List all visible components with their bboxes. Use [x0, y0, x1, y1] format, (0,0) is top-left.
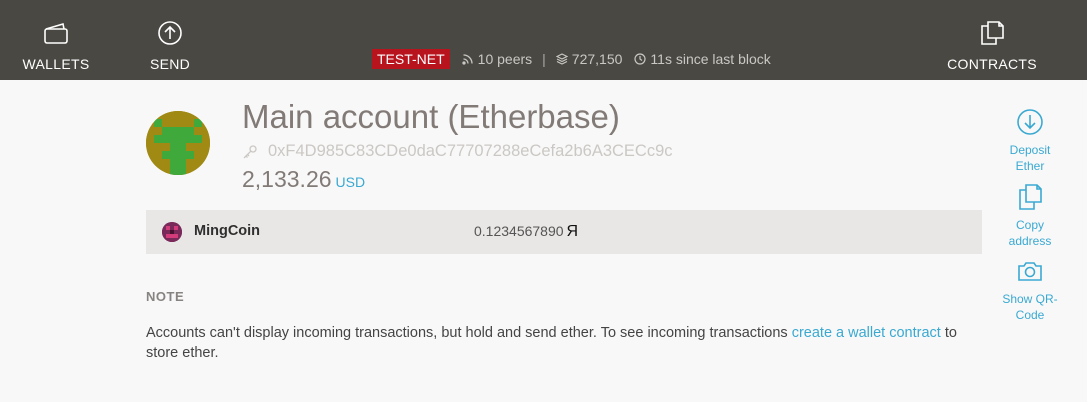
qr-label-line1: Show QR- [1002, 292, 1058, 306]
account-title: Main account (Etherbase) [242, 98, 620, 135]
peers-label: 10 peers [477, 51, 533, 67]
last-block-time: 11s since last block [634, 51, 771, 67]
wallets-nav-button[interactable]: WALLETS [22, 20, 90, 72]
status-separator: | [542, 51, 546, 67]
arrow-up-circle-icon [157, 20, 183, 50]
token-balance: 0.1234567890 Я [474, 223, 578, 241]
contracts-nav-label: CONTRACTS [947, 56, 1037, 72]
block-number-label: 727,150 [571, 51, 623, 67]
peers-count: 10 peers [462, 51, 532, 67]
account-balance: 2,133.26 USD [242, 166, 365, 193]
send-nav-label: SEND [149, 56, 191, 72]
clock-icon [634, 53, 647, 65]
deposit-label-line2: Ether [1015, 159, 1045, 173]
block-number: 727,150 [555, 51, 623, 67]
send-nav-button[interactable]: SEND [140, 20, 200, 72]
camera-icon [1016, 257, 1044, 289]
arrow-down-circle-icon [1016, 108, 1044, 140]
token-balance-amount: 0.1234567890 [474, 223, 564, 239]
network-status: TEST-NET 10 peers | 727,150 11s since la… [372, 48, 771, 70]
balance-currency: USD [335, 174, 366, 190]
wallets-nav-label: WALLETS [22, 56, 90, 72]
show-qr-code-button[interactable]: Show QR- Code [998, 257, 1062, 323]
contracts-nav-button[interactable]: CONTRACTS [945, 20, 1039, 72]
layers-icon [555, 53, 568, 65]
copy-icon [1016, 183, 1044, 215]
deposit-ether-button[interactable]: Deposit Ether [998, 108, 1062, 174]
note-heading: NOTE [146, 289, 185, 304]
wallet-icon [43, 20, 69, 50]
top-navigation-bar: WALLETS SEND TEST-NET 10 peers | 727,150… [0, 0, 1087, 80]
note-text-before: Accounts can't display incoming transact… [146, 325, 792, 341]
signal-icon [462, 54, 473, 65]
copy-label-line1: Copy [1015, 218, 1044, 232]
account-address-text: 0xF4D985C83CDe0daC77707288eCefa2b6A3CECc… [268, 142, 673, 160]
qr-label-line2: Code [1015, 308, 1045, 322]
copy-address-button[interactable]: Copy address [998, 183, 1062, 249]
copy-label-line2: address [1008, 234, 1052, 248]
token-identicon [162, 222, 182, 242]
key-icon [243, 144, 257, 158]
last-block-label: 11s since last block [650, 51, 771, 67]
balance-amount: 2,133.26 [242, 166, 332, 192]
documents-icon [979, 20, 1005, 50]
token-symbol: Я [566, 223, 579, 240]
token-name: MingCoin [194, 223, 261, 239]
account-identicon [146, 111, 210, 175]
create-wallet-contract-link[interactable]: create a wallet contract [792, 325, 941, 341]
token-row: MingCoin 0.1234567890 Я [146, 210, 982, 254]
note-text: Accounts can't display incoming transact… [146, 323, 986, 363]
deposit-label-line1: Deposit [1009, 143, 1051, 157]
network-badge: TEST-NET [372, 49, 450, 69]
account-address[interactable]: 0xF4D985C83CDe0daC77707288eCefa2b6A3CECc… [242, 142, 673, 161]
